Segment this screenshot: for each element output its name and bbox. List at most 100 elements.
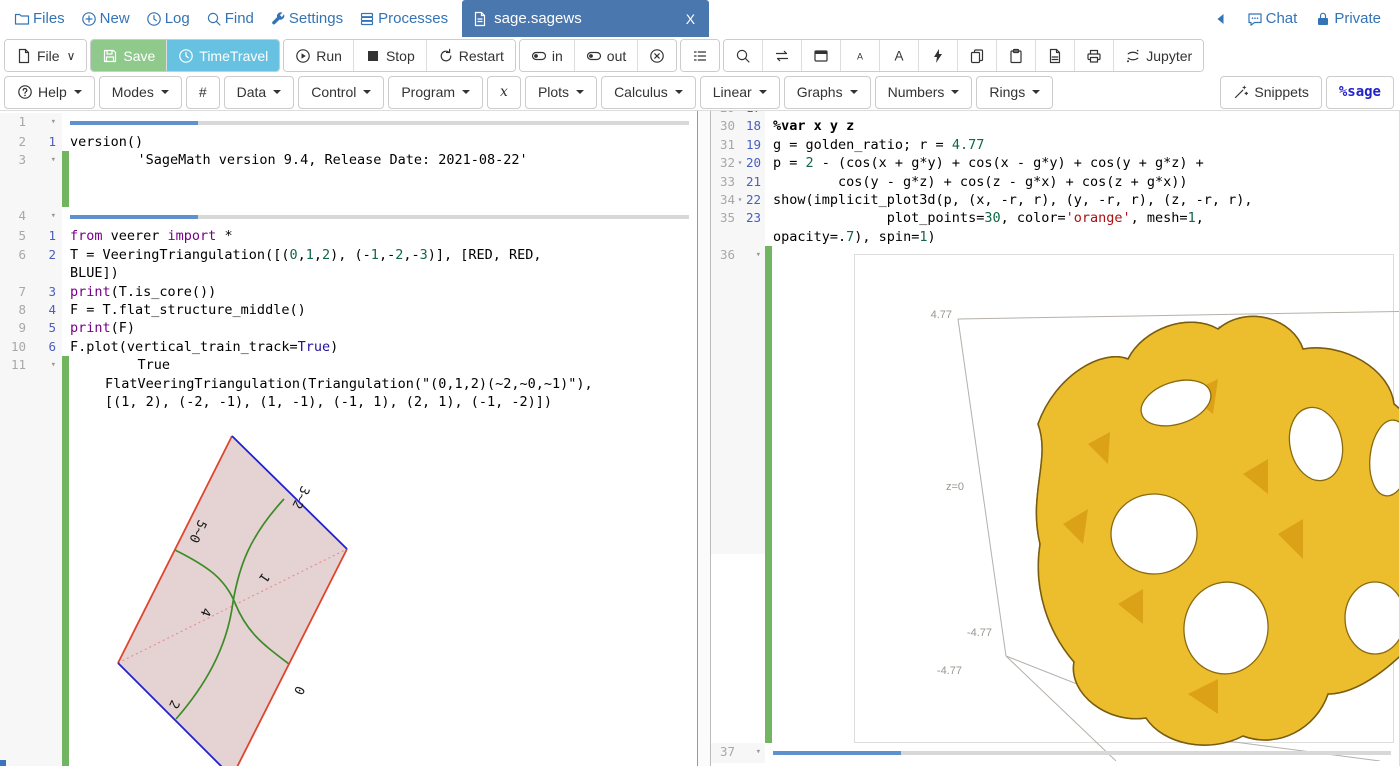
collapse-chat-icon[interactable]: [1204, 11, 1238, 27]
menu-x-button[interactable]: x: [487, 76, 521, 109]
fold-arrow-icon[interactable]: ▾: [735, 191, 745, 209]
snippets-button[interactable]: Snippets: [1220, 76, 1321, 109]
code-text[interactable]: from veerer import *: [62, 227, 233, 245]
code-line[interactable]: 62T = VeeringTriangulation([(0,1,2), (-1…: [0, 246, 697, 264]
code-text[interactable]: F = T.flat_structure_middle(): [62, 301, 306, 319]
nav-new[interactable]: New: [73, 10, 138, 27]
cell-divider-line[interactable]: [773, 751, 1391, 755]
find-button[interactable]: [724, 40, 762, 71]
code-text[interactable]: p = 2 - (cos(x + g*y) + cos(x - g*y) + c…: [765, 154, 1204, 172]
code-text[interactable]: T = VeeringTriangulation([(0,1,2), (-1,-…: [62, 246, 542, 264]
delete-output-button[interactable]: [637, 40, 676, 71]
nav-processes[interactable]: Processes: [351, 10, 456, 27]
code-text[interactable]: opacity=.7), spin=1): [765, 228, 936, 246]
replace-button[interactable]: [762, 40, 801, 71]
code-text[interactable]: version(): [62, 133, 143, 151]
editor-pane-left[interactable]: 1▾21version()3▾ 'SageMath version 9.4, R…: [0, 111, 697, 766]
cell-marker-icon[interactable]: ▾: [745, 743, 761, 763]
code-line[interactable]: 106F.plot(vertical_train_track=True): [0, 338, 697, 356]
code-text[interactable]: BLUE]): [62, 264, 119, 282]
toggle-input-button[interactable]: in: [520, 40, 574, 71]
code-text[interactable]: print(T.is_core()): [62, 283, 216, 301]
cell-divider-line[interactable]: [70, 215, 689, 219]
nav-chat[interactable]: Chat: [1238, 10, 1307, 27]
menu-rings-button[interactable]: Rings: [976, 76, 1053, 109]
menu-modes-button[interactable]: Modes: [99, 76, 182, 109]
menu-data-button[interactable]: Data: [224, 76, 295, 109]
export-pdf-button[interactable]: [1035, 40, 1074, 71]
inner-line-number: [745, 228, 761, 246]
mode-sage-button[interactable]: %sage: [1326, 76, 1394, 109]
code-line[interactable]: 73print(T.is_core()): [0, 283, 697, 301]
code-token: from: [70, 228, 103, 244]
code-text[interactable]: g = golden_ratio; r = 4.77: [765, 136, 984, 154]
nav-log[interactable]: Log: [138, 10, 198, 27]
nav-files[interactable]: Files: [6, 10, 73, 27]
fold-gap: [26, 319, 38, 337]
restart-button[interactable]: Restart: [426, 40, 515, 71]
print-button[interactable]: [1074, 40, 1113, 71]
save-button[interactable]: Save: [91, 40, 166, 71]
menu-linear-button[interactable]: Linear: [700, 76, 780, 109]
timetravel-button[interactable]: TimeTravel: [166, 40, 279, 71]
increase-font-button[interactable]: A: [879, 40, 918, 71]
code-line[interactable]: 95print(F): [0, 319, 697, 337]
stop-button[interactable]: Stop: [353, 40, 426, 71]
menu-label: %sage: [1339, 84, 1381, 100]
paste-button[interactable]: [996, 40, 1035, 71]
code-line[interactable]: 3119g = golden_ratio; r = 4.77: [711, 136, 1399, 154]
code-line[interactable]: 34▾22show(implicit_plot3d(p, (x, -r, r),…: [711, 191, 1399, 209]
code-text[interactable]: F.plot(vertical_train_track=True): [62, 338, 338, 356]
menu-control-button[interactable]: Control: [298, 76, 384, 109]
close-tab-icon[interactable]: X: [682, 11, 699, 27]
code-line[interactable]: opacity=.7), spin=1): [711, 228, 1399, 246]
file-tab-sage-sagews[interactable]: sage.sagews X: [462, 0, 709, 37]
cell-divider-line[interactable]: [70, 121, 689, 125]
code-text[interactable]: plot_points=30, color='orange', mesh=1,: [765, 209, 1204, 227]
cell-marker-icon[interactable]: ▾: [745, 246, 761, 743]
outline-button[interactable]: [681, 40, 719, 71]
code-line[interactable]: 51from veerer import *: [0, 227, 697, 245]
cell-marker-icon[interactable]: ▾: [38, 207, 56, 227]
menu-graphs-button[interactable]: Graphs: [784, 76, 871, 109]
code-text[interactable]: show(implicit_plot3d(p, (x, -r, r), (y, …: [765, 191, 1253, 209]
code-text[interactable]: %var x y z: [765, 117, 854, 135]
cell-marker-icon[interactable]: ▾: [38, 151, 56, 207]
code-line[interactable]: 84F = T.flat_structure_middle(): [0, 301, 697, 319]
gutter: 3119: [711, 136, 765, 154]
fold-arrow-icon[interactable]: ▾: [735, 154, 745, 172]
cell-marker-icon[interactable]: ▾: [38, 113, 56, 133]
toggle-output-button[interactable]: out: [574, 40, 637, 71]
jupyter-button[interactable]: Jupyter: [1113, 40, 1203, 71]
code-line[interactable]: 3018%var x y z: [711, 117, 1399, 135]
run-button[interactable]: Run: [284, 40, 353, 71]
code-line[interactable]: 32▾20p = 2 - (cos(x + g*y) + cos(x - g*y…: [711, 154, 1399, 172]
nav-find[interactable]: Find: [198, 10, 262, 27]
corner-resize-handle[interactable]: [0, 760, 6, 766]
code-line[interactable]: 21version(): [0, 133, 697, 151]
split-view-button[interactable]: [801, 40, 840, 71]
pane-splitter[interactable]: [697, 111, 711, 766]
copy-button[interactable]: [957, 40, 996, 71]
menu-calculus-button[interactable]: Calculus: [601, 76, 696, 109]
nav-private[interactable]: Private: [1306, 10, 1390, 27]
implicit-plot3d-canvas[interactable]: 4.77 z=0 -4.77 -4.77: [888, 274, 1400, 761]
force-build-button[interactable]: [918, 40, 957, 71]
menu---button[interactable]: #: [186, 76, 220, 109]
file-menu-button[interactable]: File∨: [5, 40, 86, 71]
cell-marker-icon[interactable]: ▾: [38, 356, 56, 766]
nav-settings[interactable]: Settings: [262, 10, 351, 27]
implicit-surface: [1036, 316, 1400, 745]
menu-help-button[interactable]: Help: [4, 76, 95, 109]
code-line[interactable]: 3321 cos(y - g*z) + cos(z - g*x) + cos(z…: [711, 173, 1399, 191]
code-line[interactable]: BLUE]): [0, 264, 697, 282]
code-text[interactable]: cos(y - g*z) + cos(z - g*x) + cos(z + g*…: [765, 173, 1188, 191]
search-icon: [735, 48, 751, 64]
menu-plots-button[interactable]: Plots: [525, 76, 597, 109]
code-line[interactable]: 3523 plot_points=30, color='orange', mes…: [711, 209, 1399, 227]
code-text[interactable]: print(F): [62, 319, 135, 337]
menu-numbers-button[interactable]: Numbers: [875, 76, 973, 109]
editor-pane-right[interactable]: 29173018%var x y z3119g = golden_ratio; …: [711, 111, 1400, 766]
menu-program-button[interactable]: Program: [388, 76, 483, 109]
decrease-font-button[interactable]: A: [840, 40, 879, 71]
